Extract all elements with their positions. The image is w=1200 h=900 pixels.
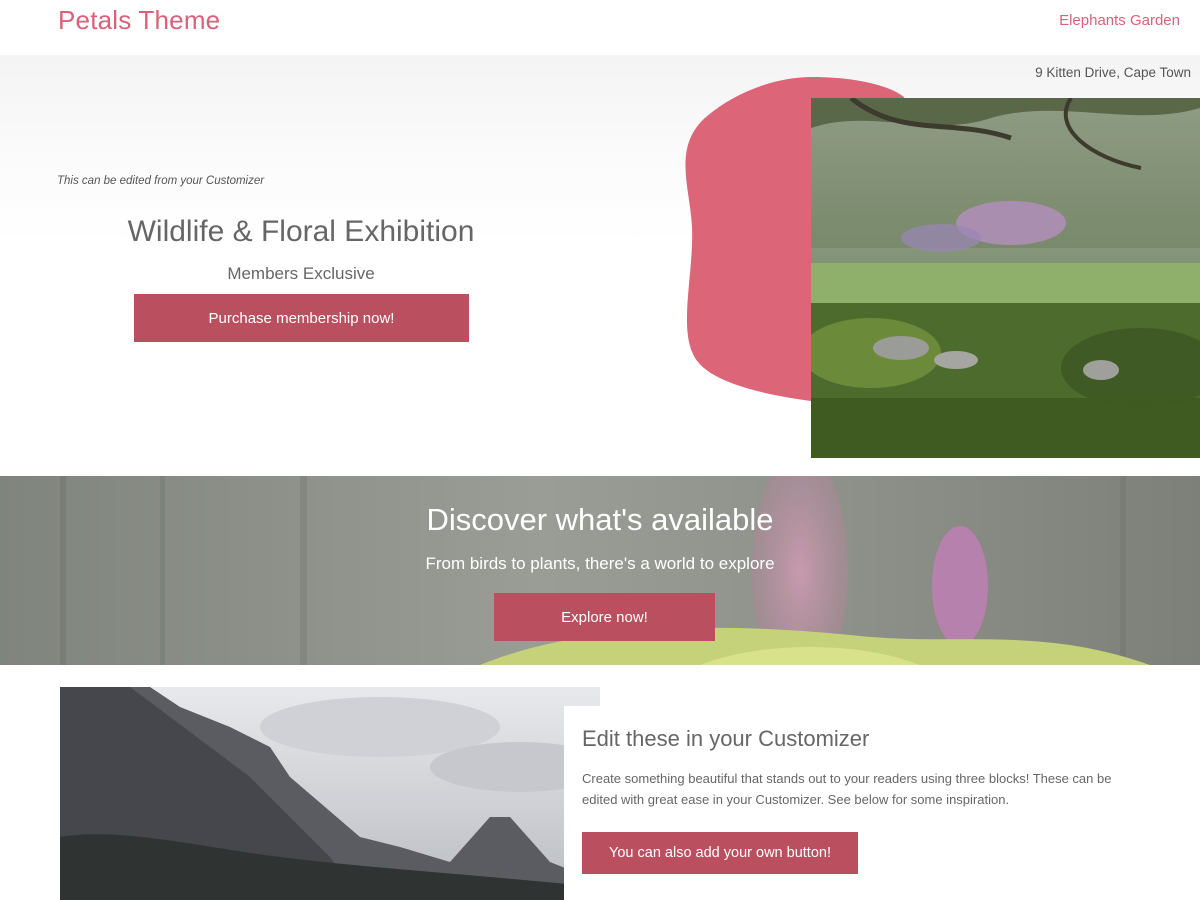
info-text: Create something beautiful that stands o…	[582, 771, 1112, 807]
add-own-button[interactable]: You can also add your own button!	[582, 832, 858, 874]
site-header: Petals Theme Elephants Garden	[0, 0, 1200, 55]
discover-section: Discover what's available From birds to …	[0, 476, 1200, 665]
discover-title: Discover what's available	[426, 502, 774, 537]
garden-photo	[811, 98, 1200, 458]
hero-subtitle: Members Exclusive	[227, 264, 375, 283]
customizer-note: This can be edited from your Customizer	[57, 175, 265, 187]
nav-link-elephants-garden[interactable]: Elephants Garden	[1059, 12, 1180, 29]
hero-title: Wildlife & Floral Exhibition	[127, 215, 475, 248]
info-title: Edit these in your Customizer	[582, 726, 870, 751]
mountain-photo	[60, 687, 600, 900]
discover-subtitle: From birds to plants, there's a world to…	[425, 554, 775, 573]
purchase-membership-button[interactable]: Purchase membership now!	[134, 294, 469, 342]
site-title[interactable]: Petals Theme	[58, 5, 220, 36]
customizer-info-card: Edit these in your Customizer Create som…	[564, 706, 1200, 900]
hero-section: 9 Kitten Drive, Cape Town This can be ed…	[0, 55, 1200, 476]
address-text: 9 Kitten Drive, Cape Town	[1035, 65, 1191, 80]
explore-now-button[interactable]: Explore now!	[494, 593, 715, 641]
